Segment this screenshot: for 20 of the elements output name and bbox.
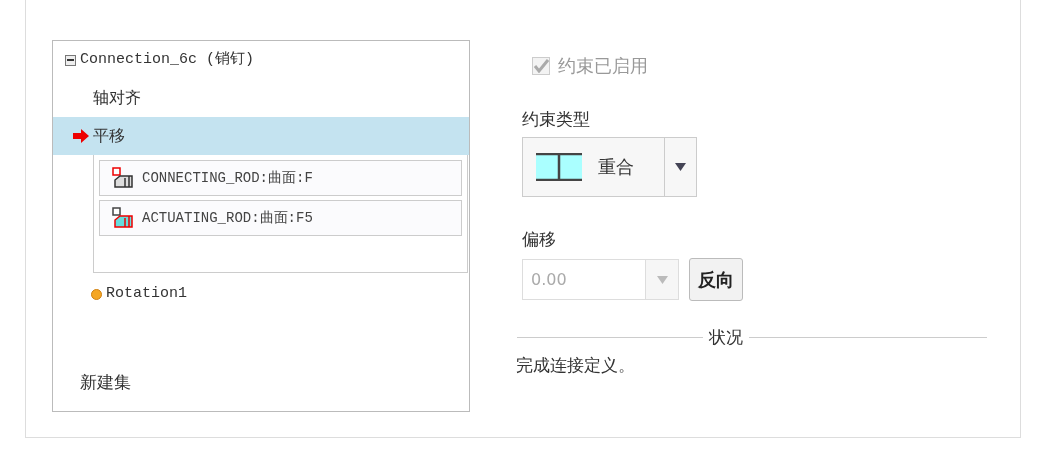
- checkbox-label: 约束已启用: [558, 54, 648, 78]
- arrow-icon: [73, 129, 89, 143]
- constraint-type-dropdown[interactable]: 重合: [522, 136, 697, 197]
- coincident-icon: [536, 152, 582, 181]
- tree-item[interactable]: 轴对齐: [53, 79, 469, 117]
- field-label: 约束类型: [522, 108, 591, 131]
- tree-item[interactable]: Rotation1: [106, 282, 187, 306]
- status-message: 完成连接定义。: [516, 353, 636, 377]
- reference-item[interactable]: ACTUATING_ROD:曲面:F5: [99, 200, 462, 236]
- section-title: 状况: [708, 326, 744, 349]
- field-label: 偏移: [522, 227, 557, 251]
- caret-icon: [645, 260, 678, 299]
- check-icon: [533, 58, 549, 73]
- new-set-link[interactable]: 新建集: [80, 369, 131, 395]
- part-icon: [112, 207, 134, 229]
- collapse-icon[interactable]: [65, 54, 76, 66]
- part-icon: [112, 167, 134, 189]
- tree-item[interactable]: 平移: [53, 117, 469, 155]
- tree-item[interactable]: Connection_6c (销钉): [80, 48, 255, 72]
- reference-item[interactable]: CONNECTING_ROD:曲面:F: [99, 160, 462, 196]
